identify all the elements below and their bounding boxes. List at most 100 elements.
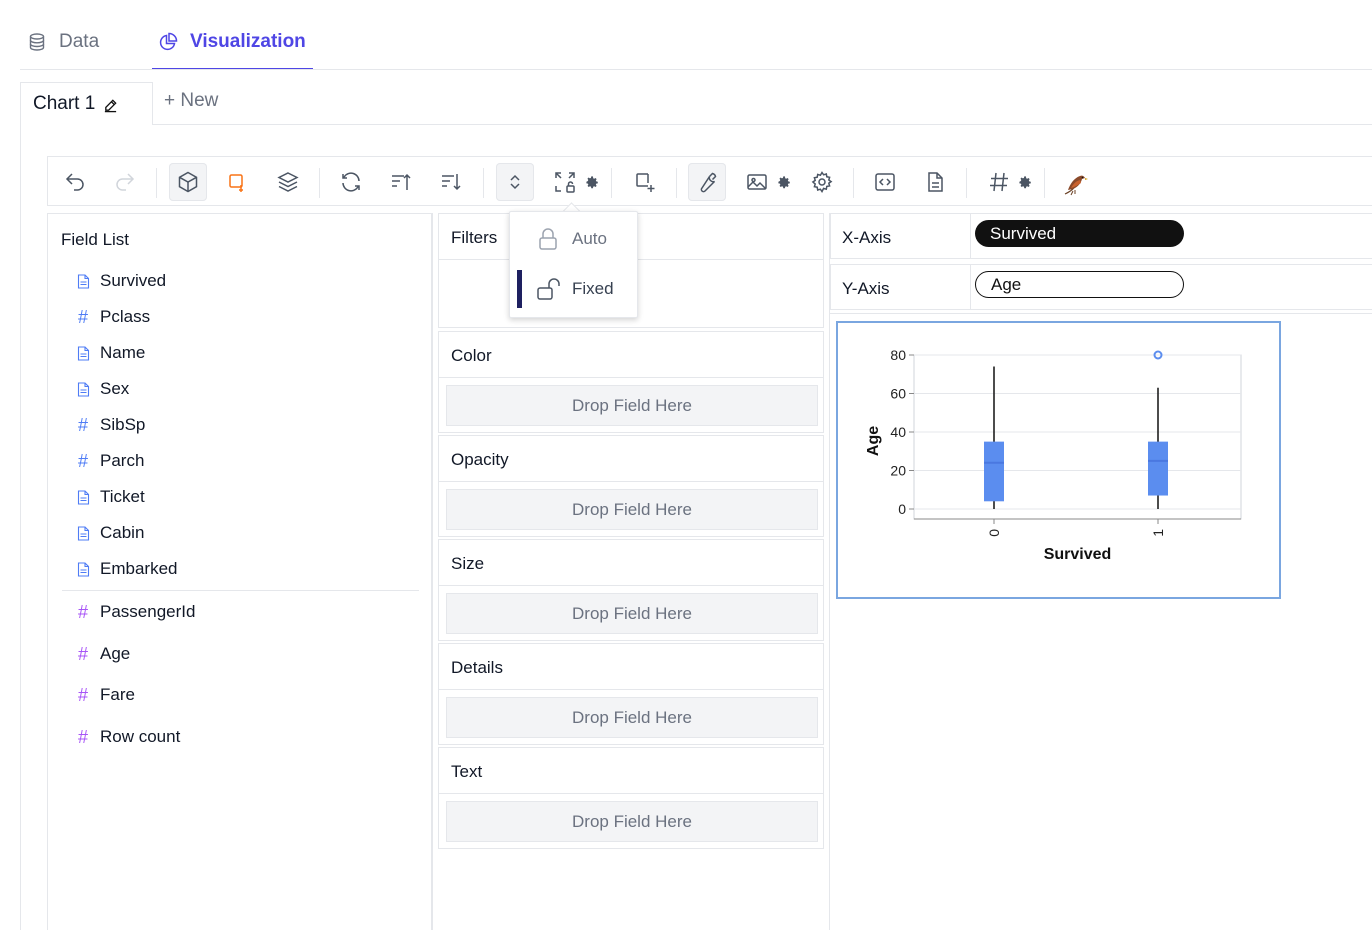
tab-visualization[interactable]: Visualization	[152, 28, 313, 70]
field-name: Row count	[100, 727, 181, 746]
axis-divider	[970, 214, 971, 258]
encoding-channel-details: Details Drop Field Here	[438, 643, 824, 745]
toolbar	[47, 156, 1372, 206]
resize-mode-button[interactable]	[546, 163, 584, 201]
kanaries-button[interactable]	[1056, 163, 1094, 201]
settings-button[interactable]	[803, 163, 841, 201]
format-settings-icon[interactable]	[1019, 176, 1032, 189]
layers-icon	[276, 170, 300, 194]
field-item[interactable]: # SibSp	[76, 414, 145, 436]
tab-data[interactable]: Data	[27, 28, 99, 68]
tab-visualization-label: Visualization	[190, 31, 306, 52]
field-item[interactable]: Cabin	[76, 522, 144, 544]
popup-item-fixed[interactable]: Fixed	[510, 267, 637, 311]
chart-tab-active[interactable]: Chart 1	[20, 82, 153, 125]
redo-icon	[113, 170, 137, 194]
field-item[interactable]: # PassengerId	[76, 601, 195, 623]
field-item[interactable]: # Pclass	[76, 306, 150, 328]
export-code-button[interactable]	[866, 163, 904, 201]
chart-panel-border	[829, 213, 830, 930]
unlock-icon	[537, 277, 563, 301]
toolbar-separator	[319, 168, 320, 198]
image-icon	[745, 170, 769, 194]
field-item[interactable]: Sex	[76, 378, 129, 400]
hash-icon	[987, 170, 1011, 194]
chart-tab-label: Chart 1	[33, 93, 96, 114]
toolbar-separator	[676, 168, 677, 198]
x-axis-row: X-Axis Survived	[830, 213, 1372, 259]
field-name: PassengerId	[100, 602, 196, 621]
undo-icon	[63, 170, 87, 194]
channel-title: Color	[451, 346, 492, 365]
field-item[interactable]: # Age	[76, 643, 130, 665]
edit-icon[interactable]	[103, 98, 118, 113]
document-icon	[923, 170, 947, 194]
sort-ascending-button[interactable]	[382, 163, 420, 201]
export-spec-button[interactable]	[916, 163, 954, 201]
toolbar-separator	[966, 168, 967, 198]
field-item[interactable]: # Fare	[76, 684, 135, 706]
layout-mode-button[interactable]	[496, 163, 534, 201]
field-item[interactable]: # Row count	[76, 726, 180, 748]
chart-tabs-divider	[152, 124, 1372, 125]
new-chart-button[interactable]: + New	[164, 90, 218, 112]
sort-ascending-icon	[389, 170, 413, 194]
image-settings-icon[interactable]	[778, 176, 791, 189]
drop-zone[interactable]: Drop Field Here	[446, 593, 818, 634]
drop-zone[interactable]: Drop Field Here	[446, 801, 818, 842]
aggregation-toggle-button[interactable]	[169, 163, 207, 201]
cube-icon	[176, 170, 200, 194]
field-item[interactable]: Name	[76, 342, 145, 364]
format-button[interactable]	[980, 163, 1018, 201]
brush-button[interactable]	[626, 163, 664, 201]
tools-button[interactable]	[688, 163, 726, 201]
document-icon	[76, 525, 90, 541]
field-item[interactable]: # Parch	[76, 450, 144, 472]
y-tick-label: 20	[890, 463, 906, 479]
encoding-panel-border	[432, 213, 433, 930]
channel-title: Details	[451, 658, 503, 677]
y-axis-label: Y-Axis	[842, 279, 890, 298]
toolbar-separator	[611, 168, 612, 198]
x-axis-title: Survived	[1044, 546, 1112, 563]
drop-zone[interactable]: Drop Field Here	[446, 697, 818, 738]
pie-chart-icon	[158, 32, 178, 52]
stack-mode-button[interactable]	[269, 163, 307, 201]
toolbar-separator	[483, 168, 484, 198]
field-item[interactable]: Ticket	[76, 486, 145, 508]
wrench-icon	[695, 170, 719, 194]
y-axis-field-pill[interactable]: Age	[975, 271, 1184, 298]
redo-button[interactable]	[106, 163, 144, 201]
field-name: Ticket	[100, 487, 145, 506]
export-image-button[interactable]	[738, 163, 776, 201]
field-item[interactable]: Survived	[76, 270, 166, 292]
transpose-button[interactable]	[332, 163, 370, 201]
chart-row-border	[830, 313, 1372, 314]
field-name: SibSp	[100, 415, 146, 434]
field-name: Cabin	[100, 523, 145, 542]
y-axis-title: Age	[865, 426, 882, 456]
x-axis-field-pill[interactable]: Survived	[975, 220, 1184, 247]
chart-frame[interactable]: 0 20 40 60 80 0 1 Survived Age	[836, 321, 1281, 599]
hash-icon: #	[77, 726, 88, 747]
document-icon	[76, 273, 90, 289]
popup-item-auto[interactable]: Auto	[510, 217, 637, 261]
y-tick-label: 0	[898, 501, 906, 517]
box	[984, 441, 1004, 502]
channel-divider	[439, 585, 823, 586]
mark-type-button[interactable]	[219, 163, 257, 201]
y-axis-row: Y-Axis Age	[830, 264, 1372, 310]
box	[1148, 441, 1168, 496]
chart-area-border	[20, 124, 21, 930]
field-name: Survived	[100, 271, 167, 290]
drop-zone[interactable]: Drop Field Here	[446, 489, 818, 530]
field-divider	[62, 590, 419, 591]
field-item[interactable]: Embarked	[76, 558, 177, 580]
drop-zone[interactable]: Drop Field Here	[446, 385, 818, 426]
hash-icon: #	[77, 450, 88, 471]
toolbar-separator	[853, 168, 854, 198]
field-name: Sex	[100, 379, 130, 398]
undo-button[interactable]	[56, 163, 94, 201]
resize-settings-icon[interactable]	[586, 176, 599, 189]
sort-descending-button[interactable]	[432, 163, 470, 201]
